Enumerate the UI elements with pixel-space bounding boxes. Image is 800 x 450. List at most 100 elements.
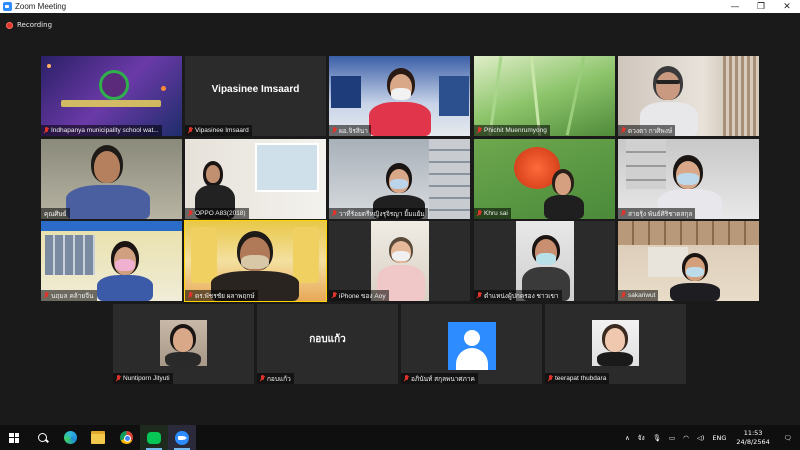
mic-muted-icon xyxy=(621,292,626,299)
participant-tile[interactable]: ผอ.จิรสินา xyxy=(329,56,470,136)
participant-name: ดวงตา กาศิพงษ์ xyxy=(628,127,673,135)
close-button[interactable]: ✕ xyxy=(774,0,800,13)
participant-display-name: กอบแก้ว xyxy=(309,334,346,345)
participant-name-tag: Phichit Muenrumyong xyxy=(474,125,550,136)
edge-icon xyxy=(63,431,77,444)
participant-name: ดร.พัชรชัย ผลาพฤกษ์ xyxy=(195,292,255,300)
chevron-up-icon[interactable]: ∧ xyxy=(625,434,630,442)
participant-video xyxy=(474,221,615,301)
mic-muted-icon xyxy=(44,127,49,134)
participant-name: iPhone ของ Aoy xyxy=(339,292,386,300)
zoom-taskbar-button[interactable] xyxy=(168,425,196,450)
participant-name: Indhapanya municipality school wat... xyxy=(51,127,159,134)
recording-label: Recording xyxy=(17,21,53,29)
maximize-button[interactable]: ❐ xyxy=(748,0,774,13)
recording-icon xyxy=(6,21,13,29)
mic-muted-icon xyxy=(404,375,409,382)
participant-name: Phichit Muenrumyong xyxy=(484,127,547,134)
participant-display-name: Vipasinee Imsaard xyxy=(211,84,300,95)
mic-muted-icon xyxy=(188,210,193,217)
line-taskbar-button[interactable] xyxy=(140,425,168,450)
participant-tile[interactable]: Khru sai xyxy=(474,139,615,219)
mic-muted-icon xyxy=(621,210,626,217)
participant-name: ผอ.จิรสินา xyxy=(339,127,368,135)
participant-name-tag: นฤมล คล้ายจีน xyxy=(41,290,97,301)
participant-name-tag: วาที่ร้อยตรีหญิงรุจิรญา ยิ้มแย้ม xyxy=(329,208,428,219)
participant-name: OPPO A83(2018) xyxy=(195,210,246,217)
participant-tile[interactable]: อภินันท์ สกุลพนาศภาค xyxy=(401,304,542,384)
system-tray: ∧ จัง 🎙 ▭ ◠ ◁) ENG 11:53 24/8/2564 🗨 xyxy=(621,425,800,450)
chrome-taskbar-button[interactable] xyxy=(112,425,140,450)
clock-date: 24/8/2564 xyxy=(736,437,770,446)
windows-icon xyxy=(9,432,19,443)
participant-name: ตำแหน่งผู้ปกครอง ชาวเขา xyxy=(484,292,559,300)
participant-tile[interactable]: ดวงตา กาศิพงษ์ xyxy=(618,56,759,136)
minimize-button[interactable]: — xyxy=(722,0,748,13)
participant-tile[interactable]: กอบแก้ว กอบแก้ว xyxy=(257,304,398,384)
participant-video xyxy=(41,221,182,301)
file-explorer-taskbar-button[interactable] xyxy=(84,425,112,450)
participant-tile[interactable]: sakariwut xyxy=(618,221,759,301)
clock[interactable]: 11:53 24/8/2564 xyxy=(736,429,769,447)
participant-tile[interactable]: Vipasinee Imsaard Vipasinee Imsaard xyxy=(185,56,326,136)
participant-video xyxy=(618,221,759,301)
zoom-icon xyxy=(175,430,189,445)
participant-name-tag: Khru sai xyxy=(474,208,511,219)
participant-name: Nuntiporn Jityuti xyxy=(123,375,170,382)
participant-tile[interactable]: วาที่ร้อยตรีหญิงรุจิรญา ยิ้มแย้ม xyxy=(329,139,470,219)
participant-name-tag: Indhapanya municipality school wat... xyxy=(41,125,162,136)
folder-icon xyxy=(91,431,105,444)
participant-tile[interactable]: teerapat thubdara xyxy=(545,304,686,384)
participant-tile[interactable]: iPhone ของ Aoy xyxy=(329,221,470,301)
participant-name-tag: Vipasinee Imsaard xyxy=(185,125,252,136)
mic-muted-icon xyxy=(477,210,482,217)
search-button[interactable] xyxy=(28,425,56,450)
participant-tile[interactable]: OPPO A83(2018) xyxy=(185,139,326,219)
participant-tile[interactable]: สายรุ้ง พันธ์ศิริชาตสกุล xyxy=(618,139,759,219)
participant-name-tag: ดวงตา กาศิพงษ์ xyxy=(618,125,676,136)
participant-name-tag: teerapat thubdara xyxy=(545,373,610,384)
search-icon xyxy=(37,433,47,442)
mic-muted-icon xyxy=(548,375,553,382)
participant-tile[interactable]: ตำแหน่งผู้ปกครอง ชาวเขา xyxy=(474,221,615,301)
mic-muted-icon xyxy=(116,375,121,382)
participant-tile-active-speaker[interactable]: ดร.พัชรชัย ผลาพฤกษ์ xyxy=(184,220,327,302)
participant-name-tag: อภินันท์ สกุลพนาศภาค xyxy=(401,373,478,384)
participant-name-tag: sakariwut xyxy=(618,290,659,301)
participant-name-tag: ตำแหน่งผู้ปกครอง ชาวเขา xyxy=(474,290,562,301)
participant-name: Khru sai xyxy=(484,210,508,217)
start-button[interactable] xyxy=(0,425,28,450)
participant-video xyxy=(41,139,182,219)
language-indicator[interactable]: ENG xyxy=(712,434,726,442)
participant-name-tag: ผอ.จิรสินา xyxy=(329,125,371,136)
battery-icon[interactable]: ▭ xyxy=(669,434,675,442)
participant-video xyxy=(329,221,470,301)
participant-video xyxy=(41,56,182,136)
participant-name-tag: กอบแก้ว xyxy=(257,373,294,384)
participant-video xyxy=(545,304,686,384)
microphone-icon[interactable]: 🎙 xyxy=(653,434,661,442)
notifications-icon[interactable]: 🗨 xyxy=(784,434,792,442)
participant-tile[interactable]: Phichit Muenrumyong xyxy=(474,56,615,136)
volume-icon[interactable]: ◁) xyxy=(697,434,705,442)
wifi-icon[interactable]: ◠ xyxy=(683,434,689,442)
participant-name: นฤมล คล้ายจีน xyxy=(51,292,94,300)
window-title: Zoom Meeting xyxy=(15,2,67,11)
participant-tile[interactable]: นฤมล คล้ายจีน xyxy=(41,221,182,301)
participant-name: คุณศิษย์ xyxy=(44,210,67,218)
default-avatar-icon xyxy=(448,322,496,370)
participant-video xyxy=(185,221,326,301)
participant-tile[interactable]: คุณศิษย์ xyxy=(41,139,182,219)
mic-muted-icon xyxy=(260,375,265,382)
participant-video xyxy=(329,139,470,219)
participant-tile[interactable]: Nuntiporn Jityuti xyxy=(113,304,254,384)
edge-taskbar-button[interactable] xyxy=(56,425,84,450)
mic-muted-icon xyxy=(621,127,626,134)
participant-name-tag: ดร.พัชรชัย ผลาพฤกษ์ xyxy=(185,290,258,301)
recording-indicator[interactable]: Recording xyxy=(6,19,52,31)
participant-name: teerapat thubdara xyxy=(555,375,607,382)
input-language-indicator[interactable]: จัง xyxy=(638,433,645,443)
participant-name: อภินันท์ สกุลพนาศภาค xyxy=(411,375,475,383)
participant-tile[interactable]: Indhapanya municipality school wat... xyxy=(41,56,182,136)
participant-name: สายรุ้ง พันธ์ศิริชาตสกุล xyxy=(628,210,693,218)
